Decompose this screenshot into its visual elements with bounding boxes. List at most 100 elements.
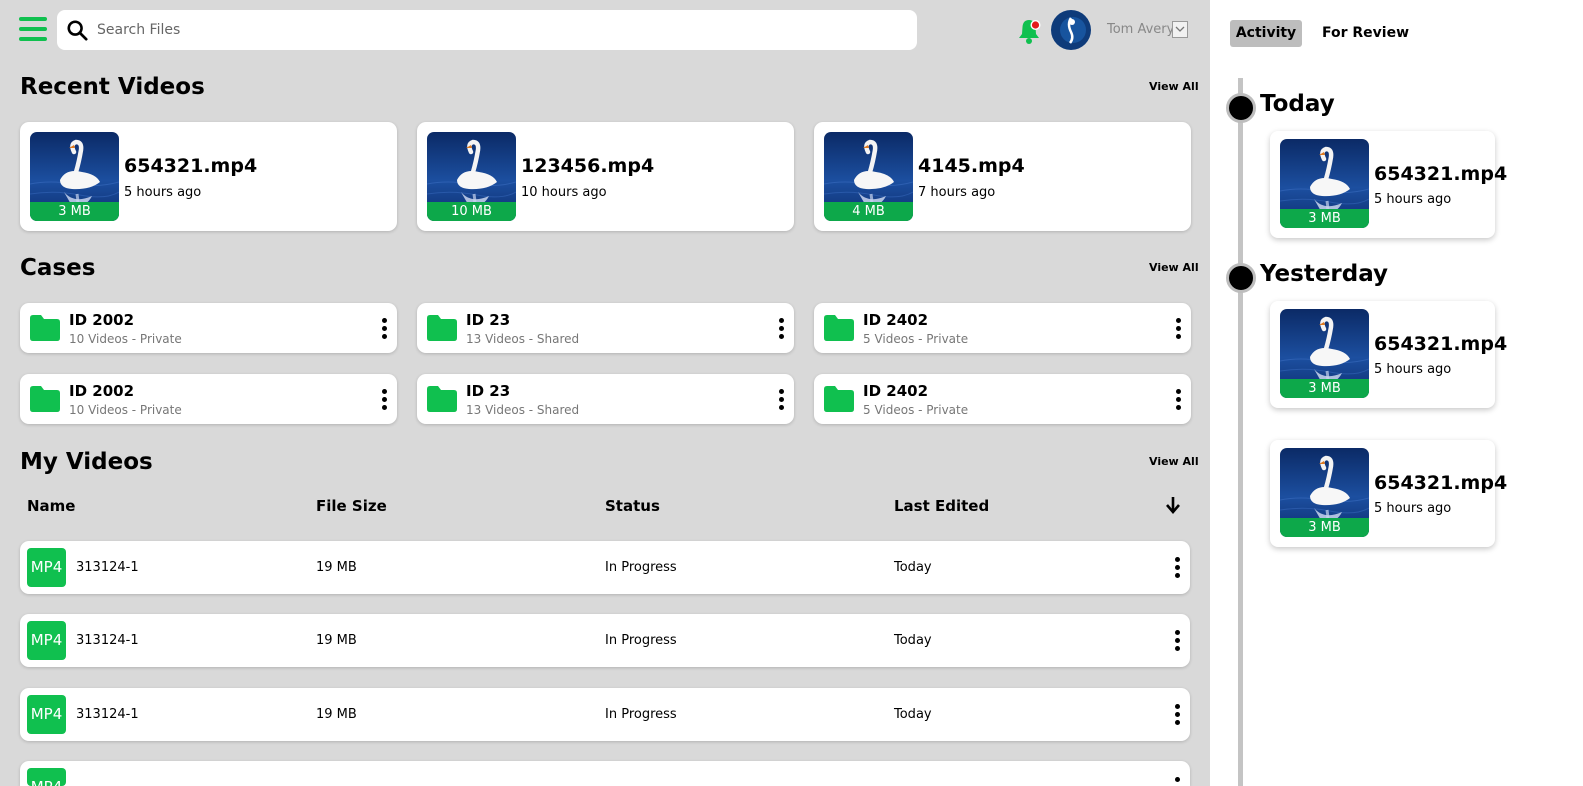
case-meta: 10 Videos - Private bbox=[69, 332, 182, 346]
cases-view-all-link[interactable]: View All bbox=[1149, 261, 1199, 274]
file-size-badge: 4 MB bbox=[824, 202, 913, 221]
case-card[interactable]: ID 2002 10 Videos - Private bbox=[20, 303, 397, 353]
file-size-badge: 10 MB bbox=[427, 202, 516, 221]
folder-icon bbox=[30, 386, 60, 412]
timeline-dot bbox=[1226, 263, 1256, 293]
more-options-icon[interactable] bbox=[1175, 318, 1183, 340]
timeline-line bbox=[1238, 78, 1243, 786]
notification-bell-icon[interactable] bbox=[1016, 17, 1042, 45]
video-thumbnail: 4 MB bbox=[824, 132, 913, 221]
case-meta: 5 Videos - Private bbox=[863, 332, 969, 346]
more-options-icon[interactable] bbox=[1175, 389, 1183, 411]
case-card[interactable]: ID 23 13 Videos - Shared bbox=[417, 303, 794, 353]
more-options-icon[interactable] bbox=[778, 318, 786, 340]
activity-card[interactable]: 3 MB 654321.mp4 5 hours ago bbox=[1270, 131, 1507, 238]
row-file-size: 19 MB bbox=[316, 633, 357, 648]
recent-video-card[interactable]: 10 MB 123456.mp4 10 hours ago bbox=[417, 122, 794, 231]
file-size-badge: 3 MB bbox=[1280, 379, 1369, 398]
case-meta: 10 Videos - Private bbox=[69, 403, 182, 417]
row-status: In Progress bbox=[605, 707, 677, 722]
tab-for-review[interactable]: For Review bbox=[1322, 20, 1409, 47]
recent-videos-title: Recent Videos bbox=[20, 74, 205, 100]
recent-videos-view-all-link[interactable]: View All bbox=[1149, 80, 1199, 93]
search-icon bbox=[67, 20, 88, 41]
case-card[interactable]: ID 2002 10 Videos - Private bbox=[20, 374, 397, 424]
row-name: 313124-1 bbox=[76, 560, 139, 575]
more-options-icon[interactable] bbox=[778, 389, 786, 411]
column-header-last-edited[interactable]: Last Edited bbox=[894, 497, 989, 515]
table-row[interactable]: MP4 bbox=[20, 761, 1190, 786]
timeline-group-label: Today bbox=[1260, 91, 1335, 117]
user-name[interactable]: Tom Avery bbox=[1107, 22, 1174, 37]
timeline-dot bbox=[1226, 93, 1256, 123]
row-name: 313124-1 bbox=[76, 633, 139, 648]
recent-video-card[interactable]: 4 MB 4145.mp4 7 hours ago bbox=[814, 122, 1191, 231]
activity-video-name: 654321.mp4 bbox=[1374, 472, 1508, 494]
case-name: ID 23 bbox=[466, 382, 511, 400]
case-card[interactable]: ID 2402 5 Videos - Private bbox=[814, 303, 1191, 353]
menu-icon[interactable] bbox=[19, 17, 47, 41]
case-card[interactable]: ID 2402 5 Videos - Private bbox=[814, 374, 1191, 424]
video-name: 123456.mp4 bbox=[521, 155, 655, 177]
video-thumbnail: 3 MB bbox=[1280, 309, 1369, 398]
folder-icon bbox=[427, 315, 457, 341]
row-status: In Progress bbox=[605, 633, 677, 648]
case-name: ID 2002 bbox=[69, 311, 135, 329]
file-size-badge: 3 MB bbox=[1280, 518, 1369, 537]
more-options-icon[interactable] bbox=[1174, 777, 1182, 786]
recent-video-card[interactable]: 3 MB 654321.mp4 5 hours ago bbox=[20, 122, 397, 231]
activity-video-time: 5 hours ago bbox=[1374, 362, 1452, 377]
row-name: 313124-1 bbox=[76, 707, 139, 722]
folder-icon bbox=[824, 386, 854, 412]
activity-video-name: 654321.mp4 bbox=[1374, 333, 1508, 355]
search-input[interactable] bbox=[97, 22, 877, 38]
video-name: 4145.mp4 bbox=[918, 155, 1025, 177]
more-options-icon[interactable] bbox=[381, 318, 389, 340]
row-last-edited: Today bbox=[894, 633, 932, 648]
column-header-file-size[interactable]: File Size bbox=[316, 497, 387, 515]
folder-icon bbox=[427, 386, 457, 412]
row-file-size: 19 MB bbox=[316, 707, 357, 722]
video-thumbnail: 10 MB bbox=[427, 132, 516, 221]
timeline-group-label: Yesterday bbox=[1260, 261, 1389, 287]
case-name: ID 2002 bbox=[69, 382, 135, 400]
table-row[interactable]: MP4 313124-1 19 MB In Progress Today bbox=[20, 688, 1190, 741]
more-options-icon[interactable] bbox=[1174, 704, 1182, 726]
video-time: 7 hours ago bbox=[918, 185, 996, 200]
table-row[interactable]: MP4 313124-1 19 MB In Progress Today bbox=[20, 541, 1190, 594]
main-content: Tom Avery Recent Videos View All 3 MB 65… bbox=[0, 0, 1210, 786]
file-type-badge: MP4 bbox=[27, 768, 66, 786]
case-name: ID 2402 bbox=[863, 382, 929, 400]
activity-card[interactable]: 3 MB 654321.mp4 5 hours ago bbox=[1270, 440, 1507, 547]
activity-panel: Activity For Review Today 3 MB 654321.mp… bbox=[1210, 0, 1583, 786]
case-name: ID 2402 bbox=[863, 311, 929, 329]
notification-dot bbox=[1031, 21, 1040, 29]
more-options-icon[interactable] bbox=[1174, 557, 1182, 579]
user-menu-dropdown[interactable] bbox=[1172, 21, 1188, 38]
row-last-edited: Today bbox=[894, 707, 932, 722]
video-thumbnail: 3 MB bbox=[30, 132, 119, 221]
activity-video-name: 654321.mp4 bbox=[1374, 163, 1508, 185]
avatar[interactable] bbox=[1051, 10, 1091, 50]
folder-icon bbox=[30, 315, 60, 341]
activity-video-time: 5 hours ago bbox=[1374, 192, 1452, 207]
more-options-icon[interactable] bbox=[381, 389, 389, 411]
my-videos-view-all-link[interactable]: View All bbox=[1149, 455, 1199, 468]
case-card[interactable]: ID 23 13 Videos - Shared bbox=[417, 374, 794, 424]
folder-icon bbox=[824, 315, 854, 341]
more-options-icon[interactable] bbox=[1174, 630, 1182, 652]
video-thumbnail: 3 MB bbox=[1280, 448, 1369, 537]
tab-activity[interactable]: Activity bbox=[1230, 20, 1302, 47]
column-header-name[interactable]: Name bbox=[27, 497, 75, 515]
case-meta: 5 Videos - Private bbox=[863, 403, 969, 417]
arrow-down-icon[interactable] bbox=[1165, 496, 1181, 514]
activity-card[interactable]: 3 MB 654321.mp4 5 hours ago bbox=[1270, 301, 1507, 408]
row-file-size: 19 MB bbox=[316, 560, 357, 575]
row-status: In Progress bbox=[605, 560, 677, 575]
column-header-status[interactable]: Status bbox=[605, 497, 660, 515]
table-row[interactable]: MP4 313124-1 19 MB In Progress Today bbox=[20, 614, 1190, 667]
activity-video-time: 5 hours ago bbox=[1374, 501, 1452, 516]
search-bar[interactable] bbox=[57, 10, 917, 50]
video-time: 5 hours ago bbox=[124, 185, 202, 200]
case-meta: 13 Videos - Shared bbox=[466, 332, 580, 346]
